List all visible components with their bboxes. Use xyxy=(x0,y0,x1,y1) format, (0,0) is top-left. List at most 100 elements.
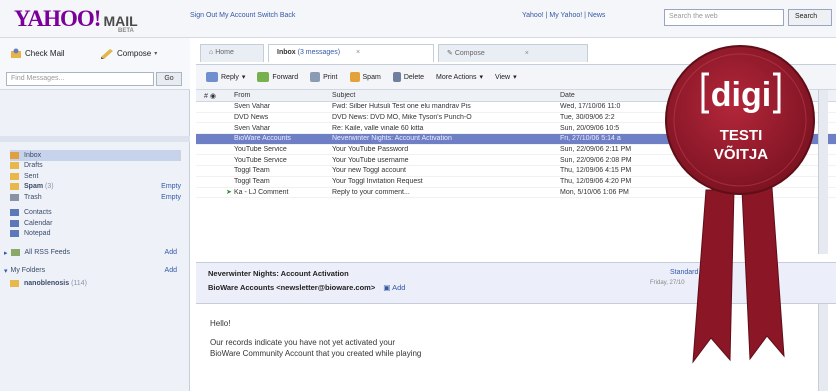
folder-trash[interactable]: Trash Empty xyxy=(10,192,185,203)
print-button[interactable]: Print xyxy=(310,72,338,82)
close-tab-icon[interactable]: × xyxy=(525,50,529,57)
contacts-icon xyxy=(10,209,19,217)
spam-button[interactable]: Spam xyxy=(349,72,381,82)
rss-icon xyxy=(10,249,20,256)
view-button[interactable]: View ▾ xyxy=(495,73,517,82)
yahoo-mail-logo[interactable]: YAHOO! MAIL BETA xyxy=(14,6,138,34)
date-column-header[interactable]: Date xyxy=(560,92,690,99)
empty-spam-link[interactable]: Empty xyxy=(161,183,181,190)
folder-sent[interactable]: Sent xyxy=(10,171,185,182)
inbox-icon xyxy=(10,151,19,159)
spam-icon xyxy=(349,72,360,82)
collapse-icon[interactable]: ▾ xyxy=(4,267,8,275)
empty-trash-link[interactable]: Empty xyxy=(161,194,181,201)
message-subject: Fwd: Silber Hutsuli Test one elu mandrav… xyxy=(332,103,471,111)
account-links[interactable]: Sign Out My Account Switch Back xyxy=(190,12,295,19)
message-subject: Your YouTube Password xyxy=(332,146,409,154)
body-line: BioWare Community Account that you creat… xyxy=(210,349,422,358)
delete-button[interactable]: Delete xyxy=(392,72,424,82)
rss-feeds-section[interactable]: ▸ All RSS Feeds Add xyxy=(4,247,185,258)
rss-add-link[interactable]: Add xyxy=(165,249,177,256)
message-row[interactable]: YouTube Service Your YouTube Password Sun,… xyxy=(196,145,836,156)
custom-folder[interactable]: nanoblenosis (114) xyxy=(10,278,185,289)
folder-label: Drafts xyxy=(24,162,43,170)
flag-column-icon[interactable]: # ◉ xyxy=(196,92,234,100)
message-row[interactable]: Toggl Team Your new Toggl account Thu, 12/… xyxy=(196,166,836,177)
rss-label: All RSS Feeds xyxy=(24,249,71,256)
message-date: Fri, 27/10/06 5:14 a xyxy=(560,135,621,143)
chevron-down-icon: ▾ xyxy=(154,51,158,57)
my-folders-add-link[interactable]: Add xyxy=(165,267,177,274)
tab-inbox-count: (3 messages) xyxy=(297,49,341,56)
tab-compose[interactable]: ✎ Compose × xyxy=(438,44,588,62)
message-toolbar: Reply ▾ Forward Print Spam Delete More Ac… xyxy=(196,64,836,90)
tab-inbox[interactable]: HomeInbox (3 messages)× xyxy=(268,44,434,62)
preview-date: Friday, 27/10 xyxy=(650,280,685,286)
subject-column-header[interactable]: Subject xyxy=(332,92,560,99)
message-subject: Your Toggl Invitation Request xyxy=(332,178,423,186)
from-column-header[interactable]: From xyxy=(234,92,332,99)
check-mail-icon xyxy=(11,48,21,58)
web-search-input[interactable]: Search the web xyxy=(664,9,784,26)
check-mail-button[interactable]: Check Mail xyxy=(10,48,65,59)
chevron-down-icon: ▾ xyxy=(513,74,517,81)
compose-tab-icon: ✎ xyxy=(447,50,453,57)
message-subject: Reply to your comment... xyxy=(332,188,410,196)
message-from: Toggl Team xyxy=(234,167,270,175)
compose-button[interactable]: Compose ▾ xyxy=(100,48,157,59)
message-row[interactable]: ➤ Ka - LJ Comment Reply to your comment...… xyxy=(196,188,836,199)
close-tab-icon[interactable]: × xyxy=(356,49,360,56)
folder-drafts[interactable]: Drafts xyxy=(10,161,185,172)
message-from: Sven Vahar xyxy=(234,103,271,111)
find-messages-input[interactable]: Find Messages... xyxy=(6,72,154,86)
add-contact-button[interactable]: ▣ Add xyxy=(383,283,405,292)
list-header: # ◉ From Subject Date xyxy=(196,90,836,102)
find-messages-button[interactable]: Go xyxy=(156,72,182,86)
folder-spam[interactable]: Spam (3) Empty xyxy=(10,182,185,193)
message-date: Sun, 20/09/06 10:5 xyxy=(560,124,620,132)
message-from: DVD News xyxy=(234,114,269,122)
logo-yahoo: YAHOO! xyxy=(14,6,101,31)
message-date: Thu, 12/09/06 4:15 PM xyxy=(560,167,632,175)
chevron-down-icon: ▾ xyxy=(479,74,484,81)
reply-label: Reply xyxy=(221,73,239,81)
message-date: Thu, 12/09/06 4:20 PM xyxy=(560,178,632,186)
expand-icon[interactable]: ▸ xyxy=(4,249,8,257)
message-list: # ◉ From Subject Date Sven Vahar Fwd: Sil… xyxy=(196,90,836,254)
message-row[interactable]: Sven Vahar Fwd: Silber Hutsuli Test one e… xyxy=(196,102,836,113)
message-row[interactable]: DVD News DVD News: DVD MO, Mike Tyson's P… xyxy=(196,113,836,124)
folder-count: (114) xyxy=(71,279,87,287)
message-row[interactable]: YouTube Service Your YouTube username Sun,… xyxy=(196,155,836,167)
web-search-button[interactable]: Search xyxy=(788,9,832,26)
forward-button[interactable]: Forward xyxy=(257,72,298,82)
folder-label: nanoblenosis xyxy=(24,279,70,287)
preview-scrollbar[interactable] xyxy=(818,304,828,391)
list-scrollbar[interactable] xyxy=(818,90,828,254)
print-label: Print xyxy=(323,73,338,81)
sender-name[interactable]: BioWare Accounts xyxy=(208,283,274,292)
message-row[interactable]: BioWare Accounts Neverwinter Nights: Acco… xyxy=(196,134,836,145)
tool-contacts[interactable]: Contacts xyxy=(10,208,185,219)
yahoo-links[interactable]: Yahoo! | My Yahoo! | News xyxy=(522,12,605,19)
tab-inbox-label: Inbox xyxy=(277,49,296,56)
left-pane: Check Mail Compose ▾ Find Messages... Go… xyxy=(0,38,190,391)
message-row[interactable]: Toggl Team Your Toggl Invitation Request T… xyxy=(196,177,836,188)
message-row[interactable]: Sven Vahar Re: Kaile, valle vinale 60 kit… xyxy=(196,123,836,135)
sent-icon xyxy=(10,172,19,180)
message-subject: Your YouTube username xyxy=(332,156,409,164)
drafts-icon xyxy=(10,162,19,170)
folder-list: Inbox Drafts Sent Spam (3) Empty Trash E… xyxy=(4,150,185,289)
folder-inbox[interactable]: Inbox xyxy=(10,150,181,161)
reply-button[interactable]: Reply ▾ xyxy=(206,72,245,82)
message-from: Toggl Team xyxy=(234,178,270,186)
trash-icon xyxy=(10,193,19,201)
tool-notepad[interactable]: Notepad xyxy=(10,229,185,240)
tab-home[interactable]: ⌂ Home xyxy=(200,44,264,62)
sender-email: <newsletter@bioware.com> xyxy=(276,283,376,292)
my-folders-section[interactable]: ▾ My Folders Add xyxy=(4,265,185,276)
standard-view-link[interactable]: Standard xyxy=(670,269,698,276)
tool-calendar[interactable]: Calendar xyxy=(10,218,185,229)
more-actions-button[interactable]: More Actions ▾ xyxy=(436,73,484,82)
message-status-icon: ➤ xyxy=(226,189,232,197)
folder-label: Inbox xyxy=(24,151,42,159)
